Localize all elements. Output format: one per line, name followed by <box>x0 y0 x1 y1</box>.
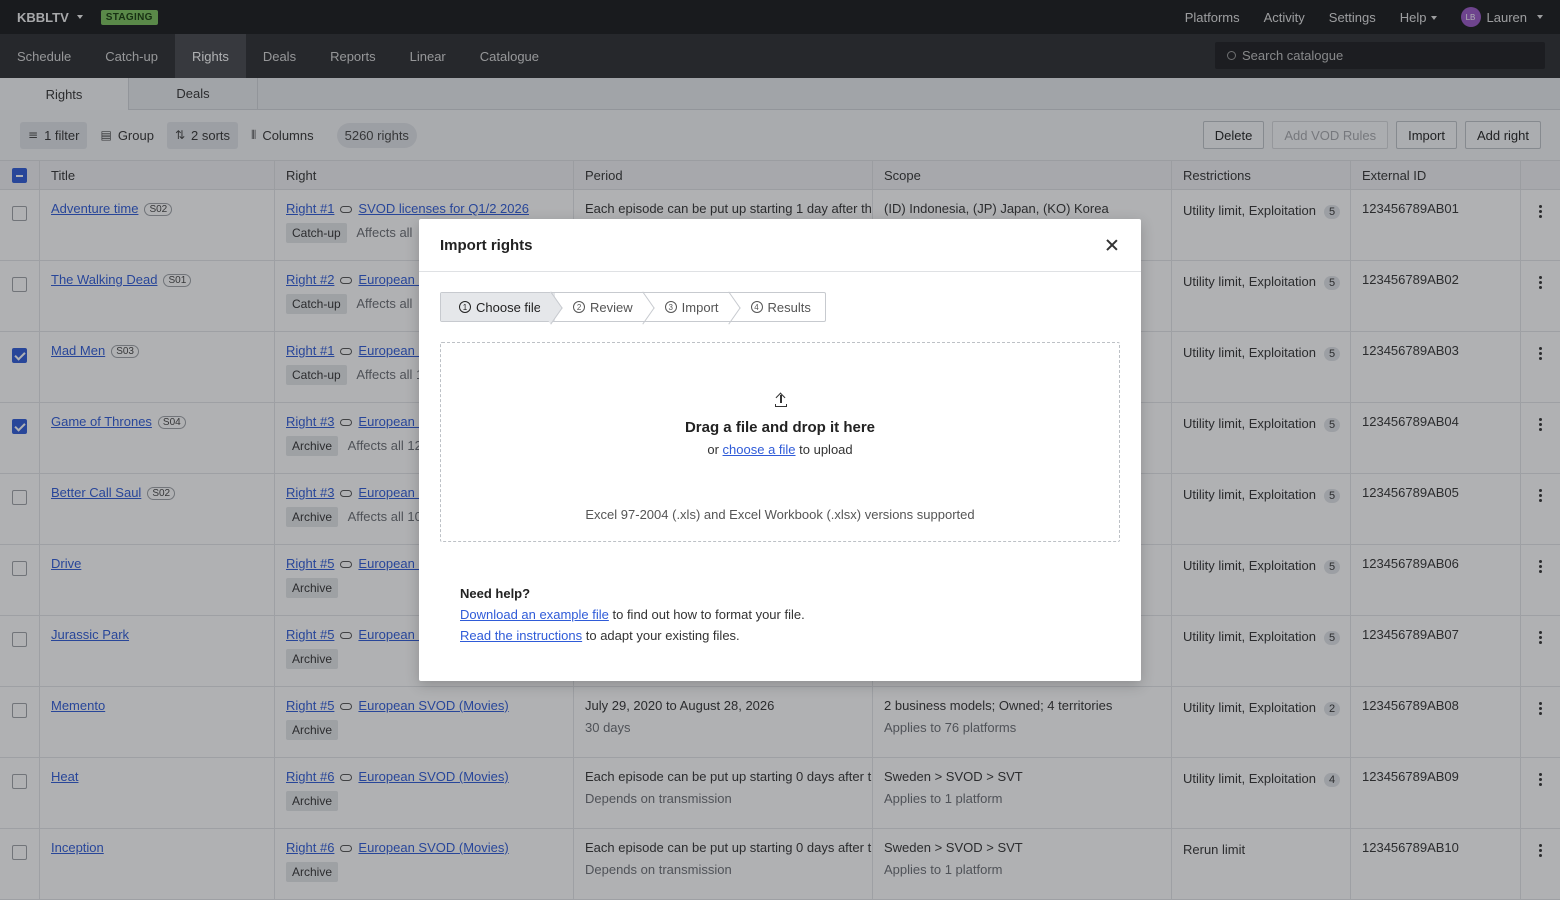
dropzone-sub-suffix: to upload <box>795 442 853 457</box>
help-section: Need help? Download an example file to f… <box>460 583 805 646</box>
supported-formats-note: Excel 97-2004 (.xls) and Excel Workbook … <box>585 507 975 522</box>
help-line-1: Download an example file to find out how… <box>460 604 805 625</box>
modal-title: Import rights <box>419 219 1141 272</box>
help-text-1: to find out how to format your file. <box>608 607 805 622</box>
step-label: Import <box>681 299 719 315</box>
upload-icon <box>774 392 788 407</box>
step-label: Results <box>767 299 811 315</box>
import-rights-modal: Import rights 1 Choose file 2 Review 3 Impo… <box>419 219 1141 681</box>
step-review[interactable]: 2 Review <box>555 293 647 321</box>
dropzone-title: Drag a file and drop it here <box>684 419 876 436</box>
dropzone-subtitle: or choose a file to upload <box>441 442 1119 457</box>
step-import[interactable]: 3 Import <box>647 293 733 321</box>
help-text-2: to adapt your existing files. <box>582 628 740 643</box>
help-line-2: Read the instructions to adapt your exis… <box>460 625 805 646</box>
step-number-1: 1 <box>459 301 471 313</box>
step-label: Choose file <box>476 299 542 315</box>
file-dropzone[interactable]: Drag a file and drop it here or choose a… <box>440 342 1120 542</box>
help-title: Need help? <box>460 586 531 601</box>
import-stepper: 1 Choose file 2 Review 3 Import 4 Results <box>440 292 826 322</box>
choose-file-link[interactable]: choose a file <box>723 442 796 457</box>
step-label: Review <box>590 299 633 315</box>
read-instructions-link[interactable]: Read the instructions <box>460 628 582 643</box>
step-number-2: 2 <box>573 301 586 313</box>
download-example-link[interactable]: Download an example file <box>460 607 609 622</box>
step-results[interactable]: 4 Results <box>733 293 825 321</box>
step-number-4: 4 <box>750 301 763 313</box>
step-number-3: 3 <box>664 301 677 313</box>
dropzone-sub-prefix: or <box>707 442 723 457</box>
step-choose-file[interactable]: 1 Choose file <box>441 293 556 321</box>
close-icon[interactable] <box>1104 237 1120 253</box>
